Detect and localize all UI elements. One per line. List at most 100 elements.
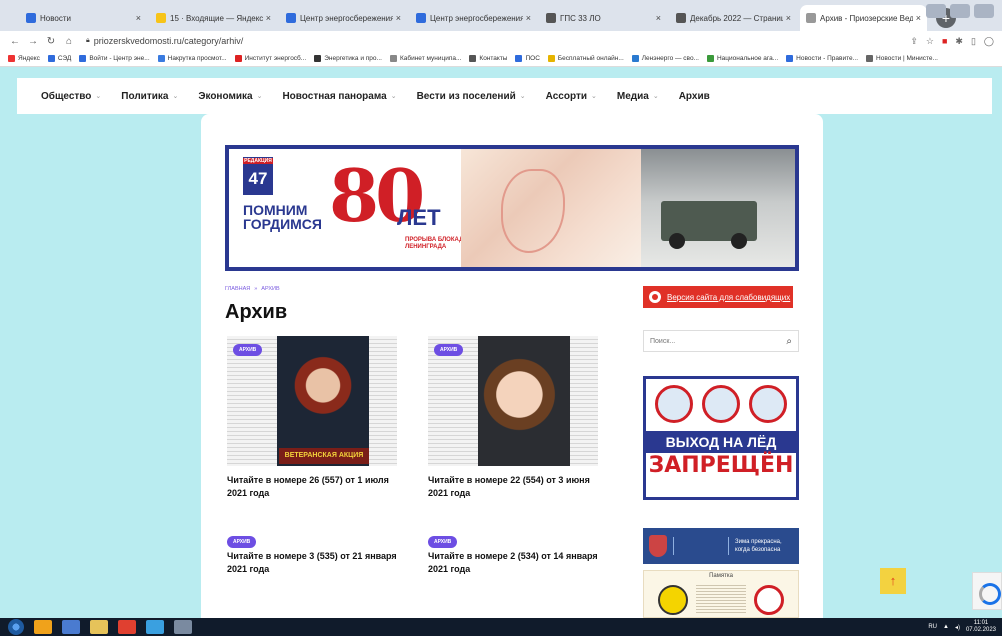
site-navigation: Общество ⌄ Политика ⌄ Экономика ⌄ Новостная па…	[17, 78, 992, 114]
article-title[interactable]: Читайте в номере 26 (557) от 1 июля 2021…	[227, 474, 409, 500]
bookmark-item[interactable]: Национальное ага...	[706, 55, 778, 62]
bookmark-star-icon[interactable]: ☆	[926, 36, 934, 47]
category-badge[interactable]: АРХИВ	[428, 536, 458, 548]
nav-item-label: Политика	[121, 90, 169, 102]
url-field[interactable]: 🔒︎ priozerskvedomosti.ru/category/arhiv/	[86, 36, 910, 46]
breadcrumb: ГЛАВНАЯ » АРХИВ	[225, 286, 280, 292]
scroll-to-top-button[interactable]: ↑	[880, 568, 906, 594]
network-icon[interactable]: ▲	[943, 624, 949, 630]
browser-tab[interactable]: Новости ×	[20, 5, 147, 31]
browser-tab[interactable]: Декабрь 2022 — Страница 6 — Н...×	[670, 5, 797, 31]
logo-number: 47	[248, 169, 268, 188]
search-icon[interactable]: ⌕	[786, 336, 792, 347]
category-badge[interactable]: АРХИВ	[434, 344, 464, 356]
article-card[interactable]: АРХИВ Читайте в номере 3 (535) от 21 янв…	[227, 530, 397, 574]
tab-close-icon[interactable]: ×	[526, 13, 531, 23]
browser-tab[interactable]: 15 · Входящие — Яндекс Почта×	[150, 5, 277, 31]
home-icon[interactable]: ⌂	[62, 36, 76, 47]
main-content: РЕДАКЦИЯ 47 ПОМНИМ ГОРДИМСЯ 80 ЛЕТ ПРОРЫ…	[201, 114, 823, 618]
browser-tab[interactable]: Архив - Приозерские Ведомости×	[800, 5, 927, 31]
bookmark-item[interactable]: Энергетика и про...	[314, 55, 382, 62]
accessibility-version-button[interactable]: Версия сайта для слабовидящих	[643, 286, 793, 308]
article-title[interactable]: Читайте в номере 3 (535) от 21 января 20…	[227, 550, 409, 576]
category-badge[interactable]: АРХИВ	[233, 344, 263, 356]
winter-safety-banner[interactable]: Зима прекрасна, когда безопасна	[643, 528, 799, 564]
bookmark-item[interactable]: Накрутка просмот...	[157, 55, 227, 62]
window-controls	[926, 4, 994, 18]
tab-close-icon[interactable]: ×	[136, 13, 141, 23]
tab-close-icon[interactable]: ×	[916, 13, 921, 23]
back-arrow-icon[interactable]: ←	[8, 36, 22, 47]
browser-tab[interactable]: Центр энергосбережения Лен...×	[280, 5, 407, 31]
taskbar-app-icon[interactable]	[34, 620, 52, 634]
reload-icon[interactable]: ↻	[44, 36, 58, 47]
bookmark-item[interactable]: Яндекс	[8, 55, 40, 62]
banner-divider	[673, 537, 729, 555]
nav-item[interactable]: Архив	[679, 91, 710, 102]
article-title[interactable]: Читайте в номере 2 (534) от 14 января 20…	[428, 550, 610, 576]
nav-item[interactable]: Общество ⌄	[41, 91, 101, 102]
article-card[interactable]: АРХИВ Читайте в номере 2 (534) от 14 янв…	[428, 530, 598, 574]
article-thumbnail[interactable]: ВЕТЕРАНСКАЯ АКЦИЯ АРХИВ	[227, 336, 397, 466]
category-badge[interactable]: АРХИВ	[227, 536, 257, 548]
puzzle-icon[interactable]: ✱	[955, 36, 963, 47]
volume-icon[interactable]: ◂)	[955, 624, 960, 631]
tab-close-icon[interactable]: ×	[266, 13, 271, 23]
nav-item[interactable]: Вести из поселений ⌄	[417, 91, 526, 102]
article-thumbnail[interactable]: АРХИВ	[428, 336, 598, 466]
bookmark-item[interactable]: Новости - Правите...	[786, 55, 858, 62]
share-icon[interactable]: ⇪	[910, 36, 918, 47]
recaptcha-badge[interactable]	[972, 572, 1002, 610]
bookmark-item[interactable]: Ленэнерго — сво...	[631, 55, 699, 62]
clock[interactable]: 11:01 07.02.2023	[966, 620, 996, 634]
taskbar-app-icon[interactable]	[62, 620, 80, 634]
ice-warning-banner[interactable]: ВЫХОД НА ЛЁД ЗАПРЕЩЁН	[643, 376, 799, 500]
nav-item[interactable]: Медиа ⌄	[617, 91, 659, 102]
extension-icon[interactable]: ■	[942, 36, 947, 47]
nav-item[interactable]: Экономика ⌄	[198, 91, 262, 102]
no-skiing-icon	[749, 385, 788, 423]
browser-tab[interactable]: ГПС 33 ЛО ×	[540, 5, 667, 31]
maximize-button[interactable]	[950, 4, 970, 18]
profile-icon[interactable]: ◯	[984, 36, 994, 47]
bookmark-item[interactable]: ПОС	[515, 55, 540, 62]
taskbar-browser-icon[interactable]	[118, 620, 136, 634]
language-indicator[interactable]: RU	[928, 624, 937, 630]
minimize-button[interactable]	[926, 4, 946, 18]
smiley-icon	[658, 585, 688, 615]
taskbar-app-icon[interactable]	[174, 620, 192, 634]
bookmark-item[interactable]: Контакты	[469, 55, 507, 62]
slogan-line1: ПОМНИМ	[243, 202, 308, 218]
article-title[interactable]: Читайте в номере 22 (554) от 3 июня 2021…	[428, 474, 610, 500]
browser-tab-strip: Новости×15 · Входящие — Яндекс Почта×Цен…	[0, 0, 1002, 31]
taskbar-ie-icon[interactable]	[146, 620, 164, 634]
bookmark-item[interactable]: Кабинет муниципа...	[389, 55, 461, 62]
search-input[interactable]	[650, 337, 787, 345]
anniversary-banner[interactable]: РЕДАКЦИЯ 47 ПОМНИМ ГОРДИМСЯ 80 ЛЕТ ПРОРЫ…	[225, 145, 799, 271]
chevron-down-icon: ⌄	[519, 93, 526, 100]
taskbar-folder-icon[interactable]	[90, 620, 108, 634]
breadcrumb-home[interactable]: ГЛАВНАЯ	[225, 286, 250, 292]
bookmark-label: Бесплатный онлайн...	[557, 55, 624, 62]
nav-item[interactable]: Политика ⌄	[121, 91, 178, 102]
bookmark-item[interactable]: СЭД	[47, 55, 71, 62]
sidebar-icon[interactable]: ▯	[971, 36, 976, 47]
bookmark-item[interactable]: Войти - Центр эне...	[79, 55, 150, 62]
bookmark-item[interactable]: Новости | Министе...	[866, 55, 938, 62]
nav-item[interactable]: Ассорти ⌄	[546, 91, 597, 102]
tab-close-icon[interactable]: ×	[656, 13, 661, 23]
safety-memo-banner[interactable]: Памятка	[643, 570, 799, 618]
bookmark-item[interactable]: Бесплатный онлайн...	[547, 55, 624, 62]
subtitle-line2: ЛЕНИНГРАДА	[405, 244, 447, 250]
bookmark-favicon-icon	[547, 55, 555, 62]
close-window-button[interactable]	[974, 4, 994, 18]
nav-item[interactable]: Новостная панорама ⌄	[282, 91, 396, 102]
tab-close-icon[interactable]: ×	[396, 13, 401, 23]
forward-arrow-icon[interactable]: →	[26, 36, 40, 47]
bookmark-item[interactable]: Институт энергосб...	[234, 55, 306, 62]
tab-favicon-icon	[676, 13, 686, 23]
tab-close-icon[interactable]: ×	[786, 13, 791, 23]
browser-tab[interactable]: Центр энергосбережения Лен...×	[410, 5, 537, 31]
logo-top-text: РЕДАКЦИЯ	[243, 158, 273, 164]
start-button[interactable]	[8, 619, 24, 635]
